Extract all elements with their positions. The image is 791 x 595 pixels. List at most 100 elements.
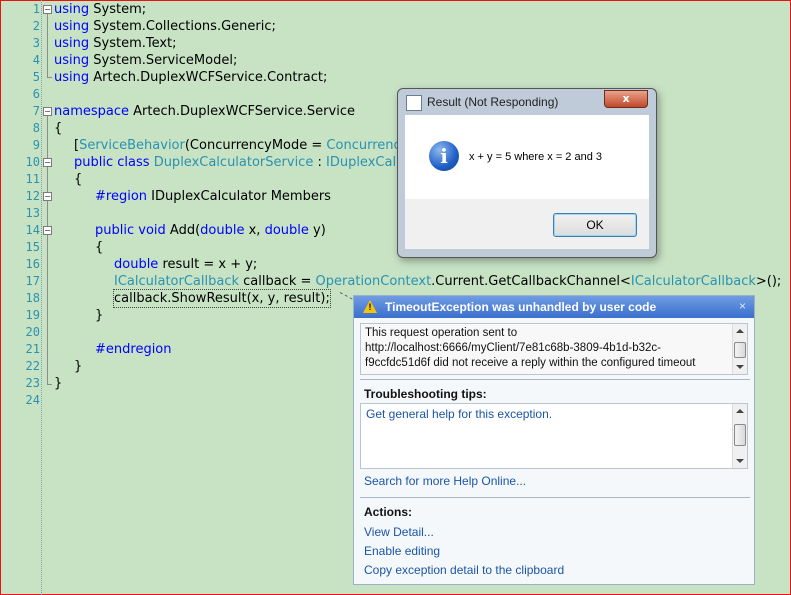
code-line-2[interactable]: using System.Collections.Generic; — [54, 18, 276, 35]
code-line-14[interactable]: public void Add(double x, double y) — [95, 222, 326, 239]
line-number: 22 — [25, 359, 40, 373]
code-line-10[interactable]: public class DuplexCalculatorService : I… — [74, 154, 396, 171]
line-number: 13 — [25, 206, 40, 220]
divider — [360, 497, 750, 498]
line-number-gutter: 1 2 3 4 5 6 7 8 9 10 11 12 13 14 15 16 1… — [0, 0, 42, 595]
line-number: 16 — [25, 257, 40, 271]
code-line-22[interactable]: } — [74, 358, 82, 375]
keyword: class — [117, 155, 150, 170]
line-number: 7 — [32, 104, 40, 118]
exception-message-box[interactable]: This request operation sent to http://lo… — [360, 323, 748, 375]
collapse-icon[interactable]: − — [43, 107, 52, 116]
type-name: DuplexCalculatorService — [153, 155, 314, 170]
line-number: 6 — [32, 87, 40, 101]
keyword: double — [200, 223, 245, 238]
collapse-icon[interactable]: − — [43, 226, 52, 235]
outline-line — [47, 116, 48, 384]
line-number: 17 — [25, 274, 40, 288]
code-line-3[interactable]: using System.Text; — [54, 35, 177, 52]
exception-message-line: f9ccfdc51d6f did not receive a reply wit… — [365, 357, 696, 369]
code-text: IDuplexCalculator Members — [147, 189, 331, 204]
line-number: 14 — [25, 223, 40, 237]
collapse-icon[interactable]: − — [43, 158, 52, 167]
keyword: using — [54, 70, 90, 85]
keyword: #endregion — [95, 342, 172, 357]
code-line-8[interactable]: { — [54, 120, 62, 137]
outline-end — [47, 77, 52, 78]
line-number: 11 — [25, 172, 40, 186]
keyword: #region — [95, 189, 148, 204]
scroll-down-icon[interactable] — [736, 365, 744, 369]
close-button[interactable]: x — [604, 90, 648, 108]
code-line-11[interactable]: { — [74, 171, 82, 188]
line-number: 5 — [32, 70, 40, 84]
line-number: 2 — [32, 19, 40, 33]
collapse-icon[interactable]: − — [43, 192, 52, 201]
vertical-scrollbar[interactable] — [732, 324, 747, 374]
search-help-online-link[interactable]: Search for more Help Online... — [364, 474, 526, 488]
scroll-down-icon[interactable] — [736, 459, 744, 463]
code-text: System; — [89, 2, 147, 17]
code-line-17[interactable]: ICalculatorCallback callback = Operation… — [114, 273, 781, 290]
code-text: (ConcurrencyMode = — [184, 138, 327, 153]
code-line-19[interactable]: } — [95, 307, 103, 324]
scroll-up-icon[interactable] — [736, 329, 744, 333]
troubleshooting-tips-list: Get general help for this exception. — [360, 403, 748, 469]
message-text: x + y = 5 where x = 2 and 3 — [469, 151, 602, 163]
information-icon: i — [429, 141, 459, 171]
line-number: 20 — [25, 325, 40, 339]
exception-message-line: http://localhost:6666/myClient/7e81c68b-… — [365, 342, 661, 354]
enable-editing-link[interactable]: Enable editing — [364, 544, 440, 558]
code-text: : — [313, 155, 326, 170]
code-line-5[interactable]: using Artech.DuplexWCFService.Contract; — [54, 69, 327, 86]
line-number: 12 — [25, 189, 40, 203]
actions-label: Actions: — [364, 505, 412, 519]
copy-exception-detail-link[interactable]: Copy exception detail to the clipboard — [364, 563, 564, 577]
code-line-9[interactable]: [ServiceBehavior(ConcurrencyMode = Concu… — [74, 137, 401, 154]
line-number: 3 — [32, 36, 40, 50]
code-line-1[interactable]: using System; — [54, 1, 146, 18]
outline-line — [47, 14, 48, 77]
code-line-23[interactable]: } — [54, 375, 62, 392]
code-line-7[interactable]: namespace Artech.DuplexWCFService.Servic… — [54, 103, 355, 120]
line-number: 21 — [25, 342, 40, 356]
code-text: x, — [244, 223, 265, 238]
code-text: callback = — [239, 274, 316, 289]
close-icon[interactable]: × — [739, 299, 746, 313]
view-detail-link[interactable]: View Detail... — [364, 525, 434, 539]
exception-message: This request operation sent to http://lo… — [365, 326, 725, 371]
tip-link[interactable]: Get general help for this exception. — [366, 407, 552, 421]
keyword: namespace — [54, 104, 130, 119]
scroll-up-icon[interactable] — [736, 409, 744, 413]
troubleshooting-tips-label: Troubleshooting tips: — [364, 387, 487, 401]
type-name: IDuplexCal — [325, 155, 397, 170]
line-number: 19 — [25, 308, 40, 322]
line-number: 15 — [25, 240, 40, 254]
keyword: using — [54, 53, 90, 68]
exception-title: TimeoutException was unhandled by user c… — [385, 300, 657, 314]
vertical-scrollbar[interactable] — [732, 404, 747, 468]
exception-assistant: ! TimeoutException was unhandled by user… — [353, 295, 755, 585]
code-line-21[interactable]: #endregion — [95, 341, 172, 358]
message-box-footer: OK — [405, 199, 649, 249]
line-number: 9 — [32, 138, 40, 152]
code-line-12[interactable]: #region IDuplexCalculator Members — [95, 188, 331, 205]
keyword: void — [138, 223, 166, 238]
code-line-4[interactable]: using System.ServiceModel; — [54, 52, 237, 69]
line-number: 1 — [32, 2, 40, 16]
code-text: Artech.DuplexWCFService.Contract; — [89, 70, 328, 85]
ok-button[interactable]: OK — [553, 213, 637, 237]
code-line-16[interactable]: double result = x + y; — [114, 256, 257, 273]
type-name: ICalculatorCallback — [630, 274, 756, 289]
line-number: 8 — [32, 121, 40, 135]
code-line-18-current-statement[interactable]: callback.ShowResult(x, y, result); — [113, 289, 331, 308]
line-number: 23 — [25, 376, 40, 390]
line-number: 4 — [32, 53, 40, 67]
scroll-thumb[interactable] — [734, 342, 746, 358]
scroll-thumb[interactable] — [734, 424, 746, 446]
keyword: using — [54, 2, 90, 17]
keyword: public — [95, 223, 135, 238]
code-line-15[interactable]: { — [95, 239, 103, 256]
divider — [360, 379, 750, 380]
collapse-icon[interactable]: − — [43, 5, 52, 14]
